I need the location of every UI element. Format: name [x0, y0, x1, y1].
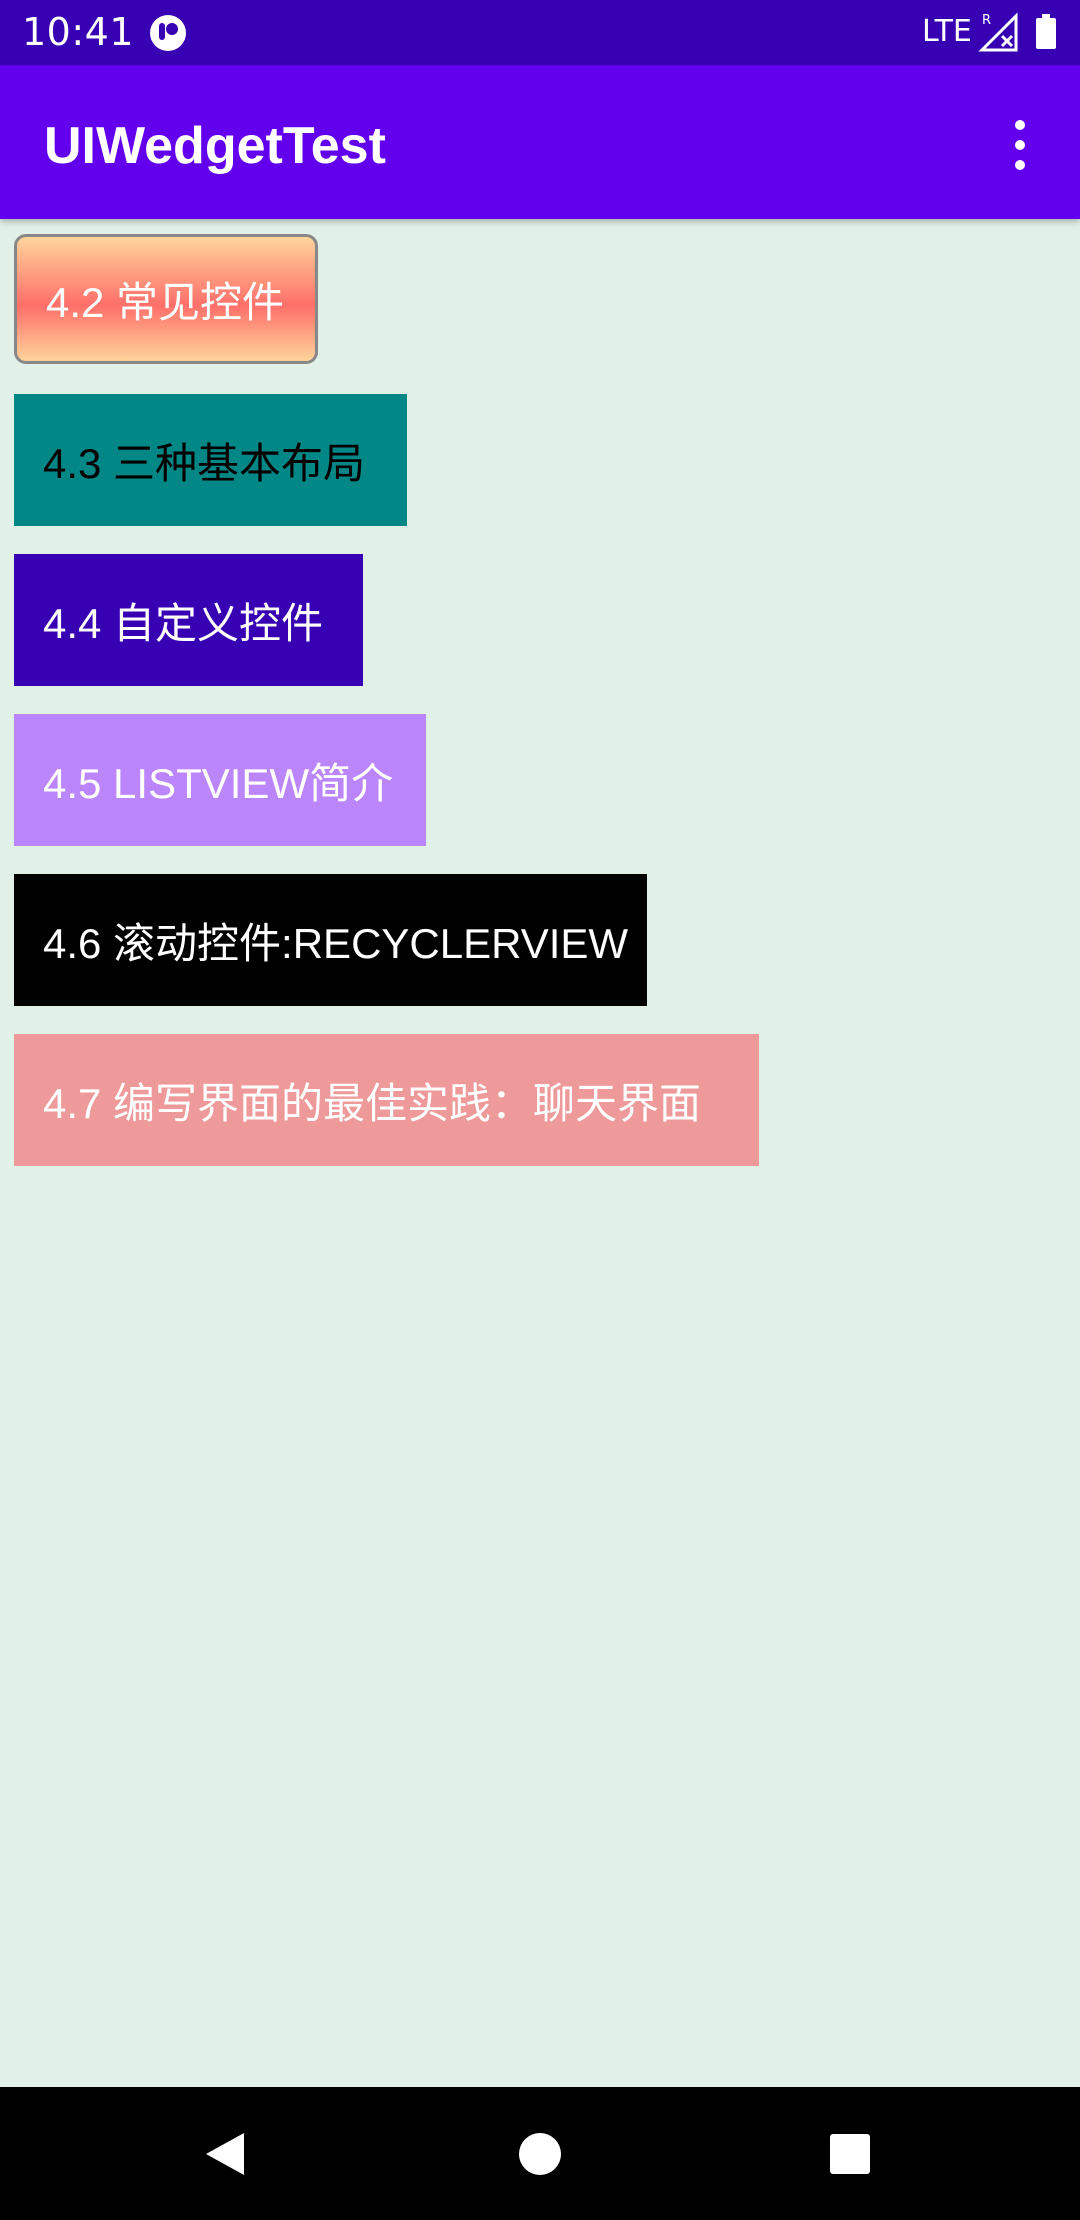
recents-icon[interactable] — [823, 2127, 877, 2181]
app-title: UIWedgetTest — [44, 117, 386, 175]
navigation-bar — [0, 2087, 1080, 2220]
battery-icon — [1036, 14, 1056, 49]
app-notification-icon — [150, 15, 186, 51]
svg-text:R: R — [982, 13, 991, 28]
button-4-5-listview-intro[interactable]: 4.5 LISTVIEW简介 — [14, 714, 426, 846]
button-4-7-chat-ui-practice[interactable]: 4.7 编写界面的最佳实践：聊天界面 — [14, 1034, 759, 1166]
signal-icon: R — [978, 12, 1018, 52]
back-icon[interactable] — [200, 2127, 254, 2181]
network-type: LTE — [922, 14, 972, 49]
app-bar: UIWedgetTest — [0, 65, 1080, 219]
button-4-4-custom-widgets[interactable]: 4.4 自定义控件 — [14, 554, 363, 686]
home-icon[interactable] — [513, 2127, 567, 2181]
more-vert-icon[interactable] — [990, 115, 1050, 175]
button-4-2-common-widgets[interactable]: 4.2 常见控件 — [14, 234, 318, 364]
button-4-6-recyclerview[interactable]: 4.6 滚动控件:RECYCLERVIEW — [14, 874, 647, 1006]
status-time: 10:41 — [22, 10, 135, 54]
status-bar: 10:41 LTE R — [0, 0, 1080, 65]
button-4-3-basic-layouts[interactable]: 4.3 三种基本布局 — [14, 394, 407, 526]
